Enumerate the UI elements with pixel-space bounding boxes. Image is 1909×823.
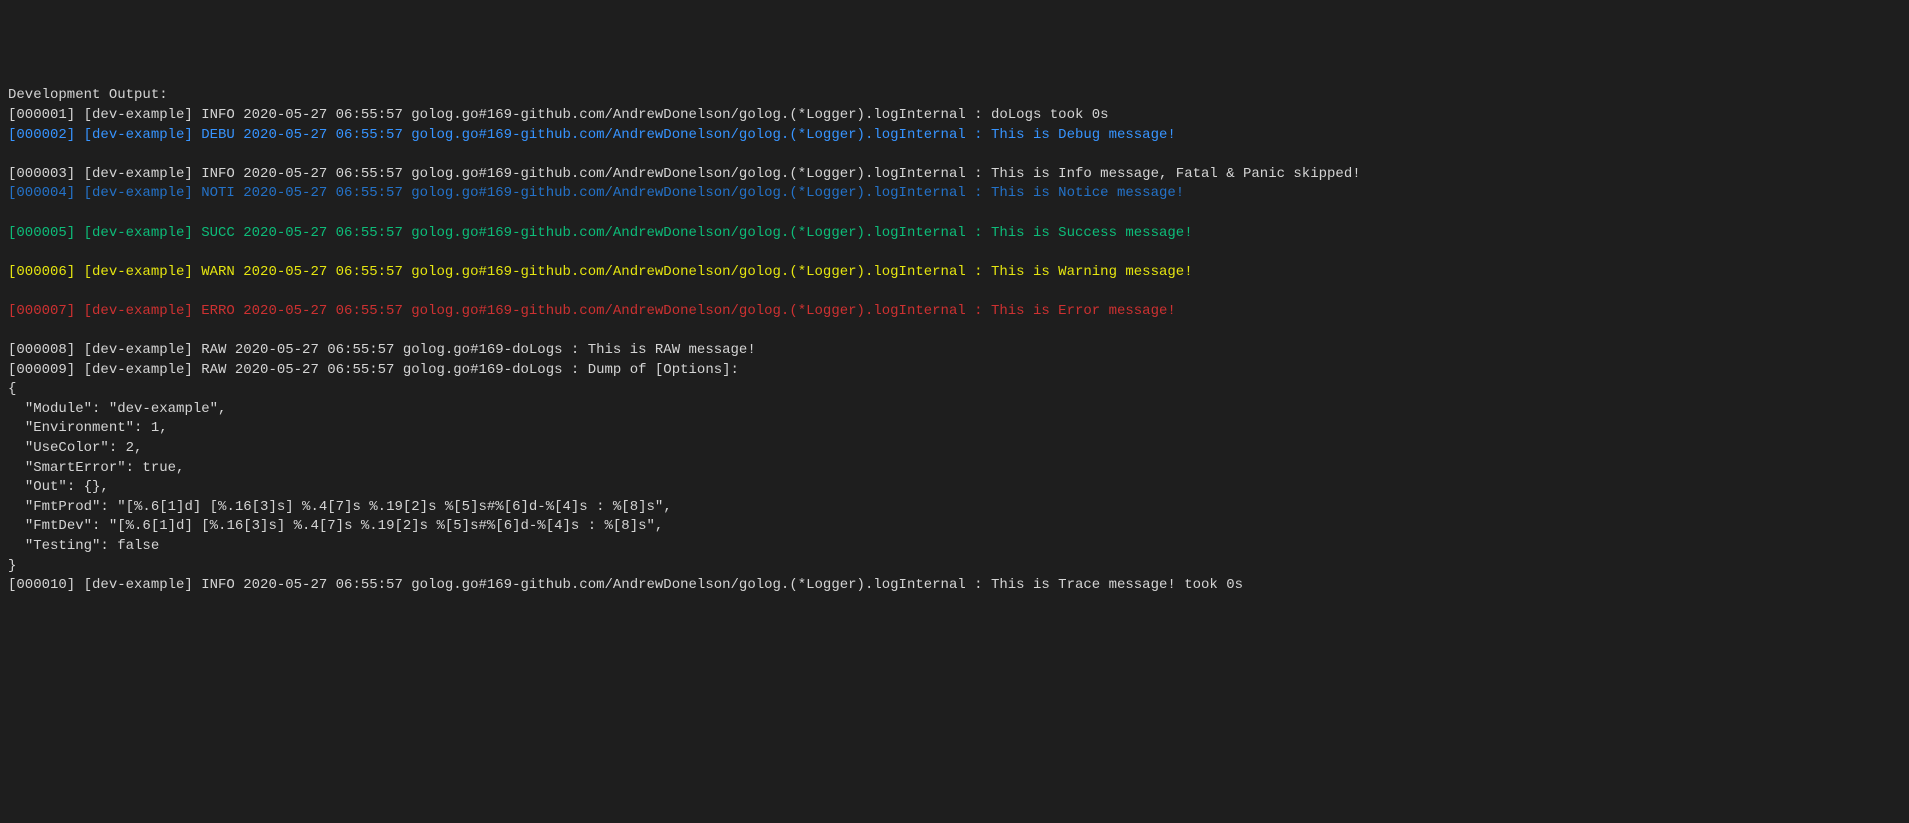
output-header: Development Output:: [8, 86, 1901, 106]
blank-line: [8, 322, 1901, 342]
json-dump-line: "Out": {},: [8, 478, 1901, 498]
log-entry-final: [000010] [dev-example] INFO 2020-05-27 0…: [8, 576, 1901, 596]
blank-line: [8, 145, 1901, 165]
json-dump-line: "Module": "dev-example",: [8, 400, 1901, 420]
log-entry-raw: [000008] [dev-example] RAW 2020-05-27 06…: [8, 341, 1901, 361]
json-dump-line: "Environment": 1,: [8, 419, 1901, 439]
blank-line: [8, 204, 1901, 224]
log-entry-info: [000003] [dev-example] INFO 2020-05-27 0…: [8, 165, 1901, 185]
log-entry-warn: [000006] [dev-example] WARN 2020-05-27 0…: [8, 263, 1901, 283]
json-dump-line: }: [8, 557, 1901, 577]
log-entry-info: [000001] [dev-example] INFO 2020-05-27 0…: [8, 106, 1901, 126]
json-dump-line: "Testing": false: [8, 537, 1901, 557]
json-dump-line: "SmartError": true,: [8, 459, 1901, 479]
log-entry-succ: [000005] [dev-example] SUCC 2020-05-27 0…: [8, 224, 1901, 244]
blank-line: [8, 282, 1901, 302]
log-entry-erro: [000007] [dev-example] ERRO 2020-05-27 0…: [8, 302, 1901, 322]
json-dump-line: "UseColor": 2,: [8, 439, 1901, 459]
json-dump-line: {: [8, 380, 1901, 400]
log-entry-raw: [000009] [dev-example] RAW 2020-05-27 06…: [8, 361, 1901, 381]
blank-line: [8, 243, 1901, 263]
log-entry-noti: [000004] [dev-example] NOTI 2020-05-27 0…: [8, 184, 1901, 204]
json-dump-line: "FmtProd": "[%.6[1]d] [%.16[3]s] %.4[7]s…: [8, 498, 1901, 518]
terminal-output: Development Output:[000001] [dev-example…: [8, 86, 1901, 595]
json-dump-line: "FmtDev": "[%.6[1]d] [%.16[3]s] %.4[7]s …: [8, 517, 1901, 537]
log-entry-debu: [000002] [dev-example] DEBU 2020-05-27 0…: [8, 126, 1901, 146]
